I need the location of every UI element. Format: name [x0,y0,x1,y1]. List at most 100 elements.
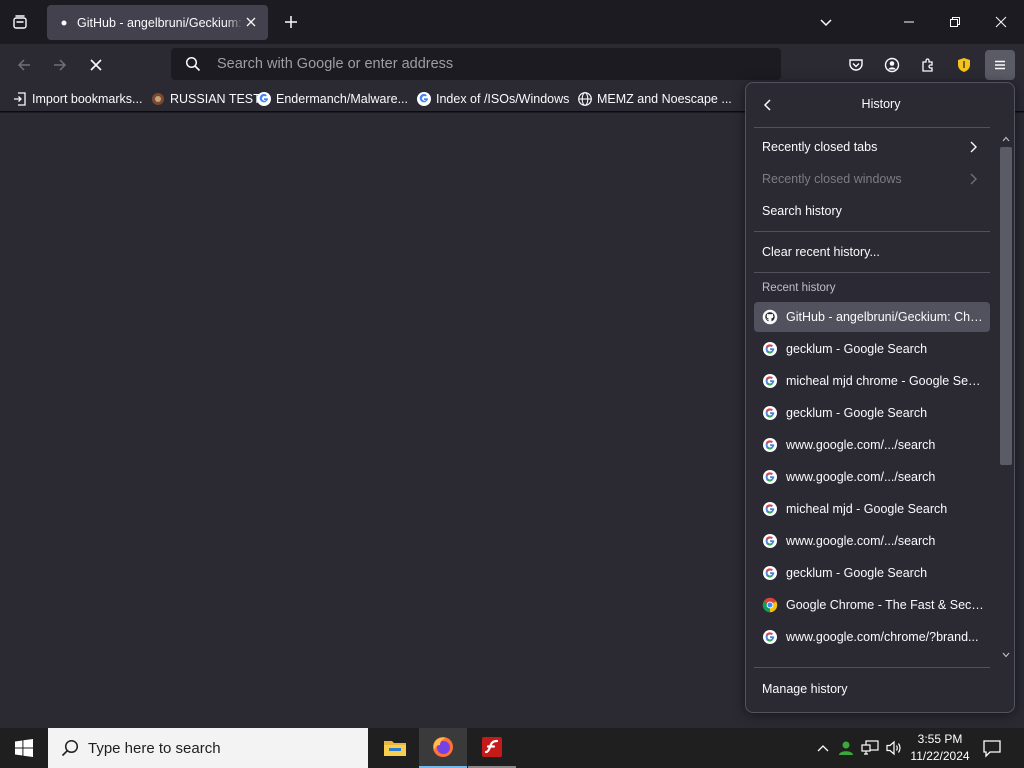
pocket-icon [849,59,863,71]
google-icon [417,92,431,106]
divider [754,127,990,128]
history-item[interactable]: www.google.com/chrome/?brand... [754,622,990,652]
clock-date: 11/22/2024 [910,749,970,763]
history-item[interactable]: GitHub - angelbruni/Geckium: Chrome [754,302,990,332]
history-item-label: gecklum - Google Search [786,342,928,356]
google-icon [762,405,778,421]
history-item-label: www.google.com/chrome/?brand... [786,630,979,644]
recent-history-heading: Recent history [762,282,836,294]
chevron-down-icon [820,19,832,27]
item-label: Search history [762,204,842,218]
google-icon [762,341,778,357]
stop-icon [90,59,102,71]
history-item[interactable]: gecklum - Google Search [754,558,990,588]
scroll-down-arrow[interactable] [1000,649,1012,661]
bookmark-index-isos[interactable]: Index of /ISOs/Windows [416,89,569,109]
google-icon [762,437,778,453]
minimize-button[interactable] [886,0,932,44]
tab-active[interactable]: GitHub - angelbruni/Geckium: Chrome [47,5,268,40]
action-center-button[interactable] [980,736,1004,760]
pocket-button[interactable] [841,50,871,80]
bookmark-label: Index of /ISOs/Windows [436,92,570,106]
account-icon [884,57,900,73]
network-button[interactable] [860,738,880,758]
history-item-label: Google Chrome - The Fast & Secure Web Br… [786,598,986,612]
search-icon [61,739,79,757]
history-item[interactable]: Google Chrome - The Fast & Secure Web Br… [754,590,990,620]
search-icon [185,56,201,72]
tab-loading-icon [59,18,69,28]
scrollbar-thumb[interactable] [1000,147,1012,465]
item-label: Manage history [762,682,848,696]
start-button[interactable] [0,728,48,768]
taskbar-app-file-explorer[interactable] [371,728,419,768]
arrow-left-icon [17,59,30,71]
history-item[interactable]: www.google.com/.../search [754,430,990,460]
navigation-toolbar [0,44,1024,86]
bookmark-endermanch[interactable]: Endermanch/Malware... [256,89,408,109]
restore-button[interactable] [932,0,978,44]
windows-taskbar: Type here to search 3:55 PM 11/22/2024 [0,728,1024,768]
show-hidden-icons-button[interactable] [813,738,833,758]
close-tab-icon[interactable] [244,15,258,29]
app-menu-button[interactable] [985,50,1015,80]
bookmark-russian-test[interactable]: RUSSIAN TEST [150,89,261,109]
scroll-up-arrow[interactable] [1000,133,1012,145]
history-item-label: gecklum - Google Search [786,566,928,580]
tab-strip: GitHub - angelbruni/Geckium: Chrome [0,0,1024,44]
caret-down-icon [1002,652,1010,658]
recently-closed-tabs[interactable]: Recently closed tabs [754,132,990,162]
manage-history[interactable]: Manage history [754,674,990,704]
people-icon [839,741,853,755]
history-item[interactable]: gecklum - Google Search [754,334,990,364]
flash-player-icon [482,737,502,757]
hamburger-icon [995,60,1005,70]
firefox-view-button[interactable] [6,8,34,36]
list-all-tabs-button[interactable] [812,8,840,36]
bookmark-import[interactable]: Import bookmarks... [12,89,142,109]
firefox-view-icon [13,15,27,29]
history-item-label: GitHub - angelbruni/Geckium: Chrome [786,310,986,324]
recently-closed-windows[interactable]: Recently closed windows [754,164,990,194]
caret-up-icon [1002,136,1010,142]
bookmark-memz[interactable]: MEMZ and Noescape ... [577,89,732,109]
history-item[interactable]: gecklum - Google Search [754,398,990,428]
minimize-icon [904,21,914,23]
github-icon [762,309,778,325]
account-button[interactable] [877,50,907,80]
history-item-label: micheal mjd - Google Search [786,502,948,516]
search-history[interactable]: Search history [754,196,990,226]
history-item[interactable]: www.google.com/.../search [754,526,990,556]
address-bar[interactable] [171,48,781,80]
google-icon [762,533,778,549]
google-icon [762,373,778,389]
shield-icon [958,58,970,72]
close-icon [995,16,1007,28]
item-label: Recently closed windows [762,172,902,186]
taskbar-app-flash[interactable] [468,728,516,768]
extensions-button[interactable] [913,50,943,80]
history-item[interactable]: micheal mjd - Google Search [754,494,990,524]
back-button[interactable] [9,50,39,80]
stop-button[interactable] [81,50,111,80]
folder-icon [384,741,406,756]
speaker-icon [886,740,901,756]
history-item[interactable]: micheal mjd chrome - Google Search [754,366,990,396]
volume-button[interactable] [884,738,904,758]
clear-recent-history[interactable]: Clear recent history... [754,237,990,267]
tray-user-icon-button[interactable] [836,738,856,758]
taskbar-app-firefox[interactable] [419,728,467,768]
forward-button[interactable] [45,50,75,80]
taskbar-search-box[interactable]: Type here to search [48,728,368,768]
history-item[interactable]: www.google.com/.../search [754,462,990,492]
url-input[interactable] [217,56,757,72]
taskbar-clock[interactable]: 3:55 PM 11/22/2024 [908,731,972,765]
history-item-label: www.google.com/.../search [786,470,936,484]
new-tab-button[interactable] [278,9,304,35]
ublock-button[interactable] [949,50,979,80]
notification-icon [983,740,1001,758]
chevron-right-icon [970,173,977,185]
close-window-button[interactable] [978,0,1024,44]
plus-icon [285,16,297,28]
google-icon [762,565,778,581]
